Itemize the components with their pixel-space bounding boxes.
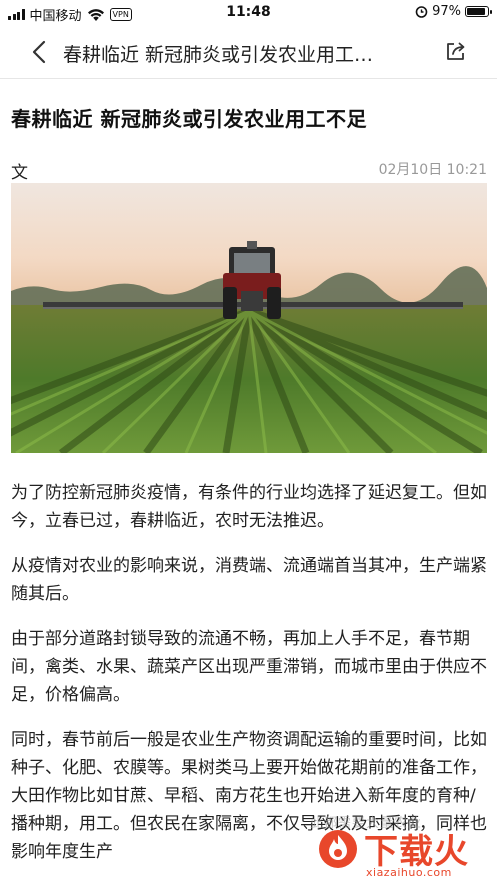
watermark-url: xiazaihuo.com — [366, 866, 452, 879]
hero-image — [11, 183, 487, 453]
article-date: 02月10日 10:21 — [378, 162, 487, 178]
status-right: 97% — [415, 4, 492, 19]
back-arrow-icon[interactable] — [28, 39, 52, 65]
status-bar: 中国移动 VPN 11:48 97% — [0, 0, 497, 26]
article-byline: 文 — [11, 163, 28, 183]
battery-fill — [467, 8, 486, 15]
battery-percent: 97% — [432, 4, 461, 19]
battery-icon — [465, 6, 492, 17]
nav-bar: 春耕临近 新冠肺炎或引发农业用工… — [0, 26, 497, 79]
paragraph: 为了防控新冠肺炎疫情，有条件的行业均选择了延迟复工。但如今，立春已过，春耕临近，… — [11, 483, 487, 531]
share-icon[interactable] — [445, 40, 467, 62]
article-title: 春耕临近 新冠肺炎或引发农业用工不足 — [11, 107, 367, 131]
flame-logo-icon — [319, 830, 357, 868]
alarm-icon — [415, 6, 428, 18]
paragraph: 由于部分道路封锁导致的流通不畅，再加上人手不足，春节期间，禽类、水果、蔬菜产区出… — [11, 629, 487, 705]
watermark: 此都需要大量农业 下载火 xiazaihuo.com — [302, 808, 497, 883]
paragraph: 从疫情对农业的影响来说，消费端、流通端首当其冲，生产端紧随其后。 — [11, 556, 487, 604]
tractor-field-photo — [11, 183, 487, 453]
nav-title: 春耕临近 新冠肺炎或引发农业用工… — [63, 44, 374, 66]
